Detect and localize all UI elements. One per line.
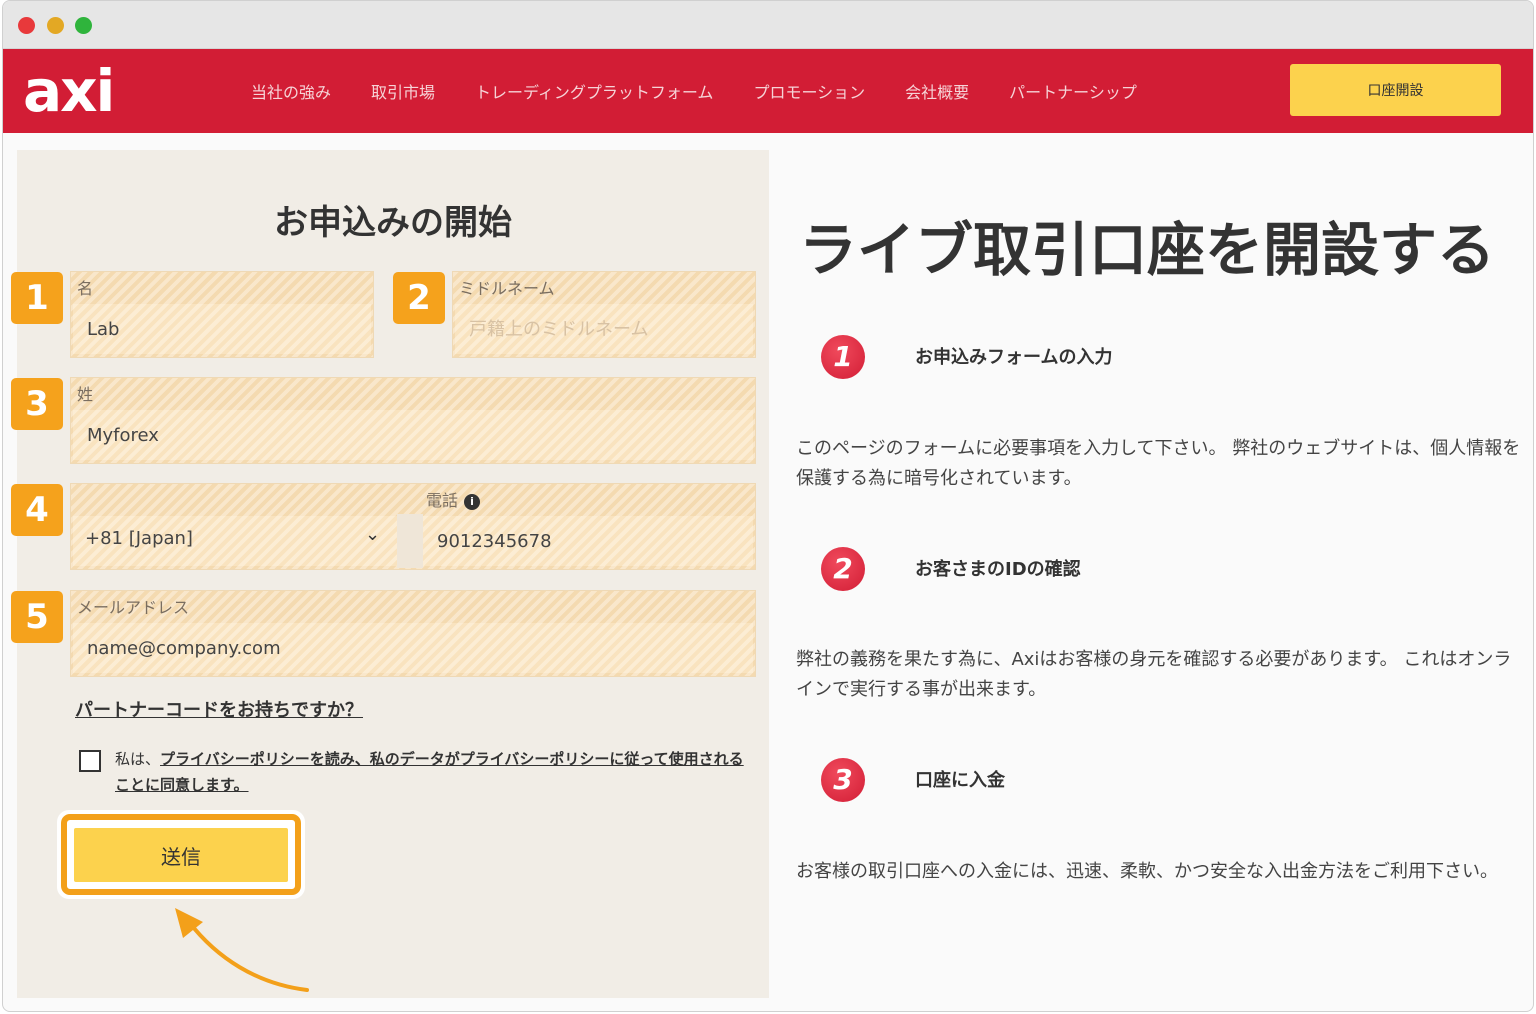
- info-step-2-title: お客さまのIDの確認: [915, 559, 1081, 580]
- site-header: axi 当社の強み 取引市場 トレーディングプラットフォーム プロモーション 会…: [3, 49, 1533, 133]
- middle-name-input[interactable]: [455, 304, 753, 354]
- window-titlebar: [3, 1, 1533, 49]
- pointer-arrow-icon: [175, 908, 309, 992]
- minimize-window-button[interactable]: [47, 17, 64, 34]
- info-step-1-desc: このページのフォームに必要事項を入力して下さい。 弊社のウェブサイトは、個人情報…: [796, 438, 1521, 489]
- phone-label: 電話: [426, 491, 459, 510]
- email-field: メールアドレス: [70, 590, 756, 677]
- maximize-window-button[interactable]: [75, 17, 92, 34]
- step-number-3: 3: [11, 378, 63, 430]
- application-form: お申込みの開始 1 名 2 ミドルネーム 3 姓 4 電話 i +81 [Japa…: [11, 150, 769, 998]
- browser-window: axi 当社の強み 取引市場 トレーディングプラットフォーム プロモーション 会…: [2, 0, 1534, 1012]
- phone-label-wrap: 電話 i: [426, 487, 481, 511]
- first-name-field: 名: [70, 271, 374, 358]
- step-number-5: 5: [11, 591, 63, 643]
- privacy-consent-checkbox[interactable]: [79, 750, 101, 772]
- form-title: お申込みの開始: [274, 203, 512, 243]
- phone-number-input[interactable]: [423, 516, 753, 566]
- main-nav: 当社の強み 取引市場 トレーディングプラットフォーム プロモーション 会社概要 …: [251, 79, 1137, 103]
- privacy-consent-text: 私は、プライバシーポリシーを読み、私のデータがプライバシーポリシーに従って使用さ…: [115, 746, 755, 798]
- privacy-policy-link[interactable]: プライバシーポリシーを読み、私のデータがプライバシーポリシーに従って使用されるこ…: [115, 750, 744, 794]
- info-step-2-desc: 弊社の義務を果たす為に、Axiはお客様の身元を確認する必要があります。 これはオ…: [796, 649, 1512, 700]
- info-title: ライブ取引口座を開設する: [799, 216, 1496, 284]
- nav-item-promotions[interactable]: プロモーション: [753, 79, 865, 103]
- submit-button[interactable]: 送信: [74, 828, 288, 882]
- axi-logo[interactable]: axi: [23, 57, 115, 125]
- middle-name-label: ミドルネーム: [459, 279, 555, 298]
- submit-highlight: 送信: [57, 810, 305, 899]
- nav-item-company[interactable]: 会社概要: [905, 79, 969, 103]
- step-badge-2: 2: [821, 547, 865, 591]
- last-name-field: 姓: [70, 377, 756, 464]
- nav-item-strengths[interactable]: 当社の強み: [251, 79, 331, 103]
- partner-code-link[interactable]: パートナーコードをお持ちですか？: [75, 696, 363, 722]
- info-step-3-title: 口座に入金: [915, 770, 1005, 791]
- last-name-label: 姓: [77, 385, 94, 404]
- country-code-value: +81 [Japan]: [85, 528, 193, 549]
- email-label: メールアドレス: [77, 598, 190, 617]
- last-name-input[interactable]: [73, 410, 753, 460]
- phone-field: 電話 i +81 [Japan] ⌄: [70, 483, 756, 570]
- consent-prefix: 私は、: [115, 750, 161, 768]
- nav-item-markets[interactable]: 取引市場: [371, 79, 435, 103]
- step-number-2: 2: [393, 272, 445, 324]
- close-window-button[interactable]: [18, 17, 35, 34]
- first-name-label: 名: [77, 279, 94, 298]
- info-step-1-title: お申込みフォームの入力: [915, 347, 1113, 368]
- email-input[interactable]: [73, 623, 753, 673]
- info-step-3-desc: お客様の取引口座への入金には、迅速、柔軟、かつ安全な入出金方法をご利用下さい。: [796, 861, 1498, 882]
- open-account-button[interactable]: 口座開設: [1290, 64, 1501, 116]
- first-name-input[interactable]: [73, 304, 371, 354]
- step-number-4: 4: [11, 484, 63, 536]
- nav-item-partnership[interactable]: パートナーシップ: [1009, 79, 1137, 103]
- step-badge-3: 3: [821, 758, 865, 802]
- nav-item-platforms[interactable]: トレーディングプラットフォーム: [475, 79, 713, 103]
- step-badge-1: 1: [821, 335, 865, 379]
- step-number-1: 1: [11, 272, 63, 324]
- chevron-down-icon: ⌄: [365, 524, 381, 545]
- info-icon[interactable]: i: [464, 494, 481, 510]
- middle-name-field: ミドルネーム: [452, 271, 756, 358]
- phone-field-divider: [397, 514, 423, 568]
